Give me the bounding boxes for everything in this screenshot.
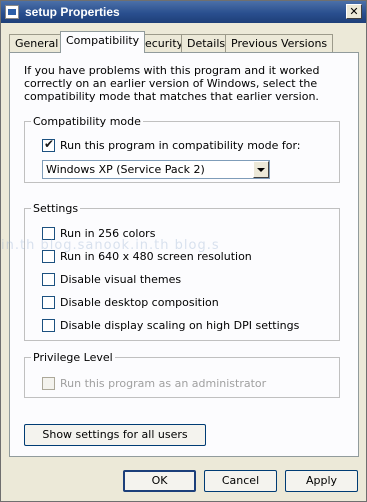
intro-text: If you have problems with this program a… (24, 64, 320, 103)
properties-dialog: setup Properties ✕ General Compatibility… (0, 0, 367, 502)
os-version-selected: Windows XP (Service Pack 2) (46, 163, 205, 176)
ok-button[interactable]: OK (123, 470, 196, 492)
chevron-down-icon[interactable] (253, 161, 269, 178)
setting-dpi-scaling-checkbox[interactable] (42, 319, 55, 332)
cancel-button[interactable]: Cancel (204, 470, 277, 492)
setting-visual-themes-label: Disable visual themes (60, 273, 182, 286)
os-version-dropdown[interactable]: Windows XP (Service Pack 2) (42, 160, 270, 179)
tab-general[interactable]: General (9, 34, 65, 52)
title-bar[interactable]: setup Properties ✕ (1, 1, 366, 23)
setting-visual-themes-checkbox[interactable] (42, 273, 55, 286)
compatibility-panel: If you have problems with this program a… (9, 52, 359, 457)
settings-group: Settings Run in 256 colors Run in 640 x … (24, 202, 340, 341)
compatibility-mode-legend: Compatibility mode (31, 115, 143, 128)
window-title: setup Properties (25, 5, 120, 19)
setting-desktop-composition-label: Disable desktop composition (60, 296, 219, 309)
privilege-level-legend: Privilege Level (31, 351, 115, 364)
compatibility-mode-group: Compatibility mode Run this program in c… (24, 115, 340, 183)
compat-mode-label: Run this program in compatibility mode f… (60, 139, 301, 152)
watermark: in.th blog.sanook.in.th blog.s (1, 238, 220, 253)
show-settings-all-users-button[interactable]: Show settings for all users (24, 424, 206, 446)
close-button[interactable]: ✕ (346, 4, 362, 19)
tab-details[interactable]: Details (181, 34, 232, 52)
apply-button[interactable]: Apply (285, 470, 358, 492)
setting-dpi-scaling-label: Disable display scaling on high DPI sett… (60, 319, 300, 332)
run-as-admin-row: Run this program as an administrator (42, 376, 332, 392)
application-icon (5, 5, 19, 19)
tab-previous-versions[interactable]: Previous Versions (225, 34, 334, 52)
setting-visual-themes-row[interactable]: Disable visual themes (42, 272, 332, 288)
tab-strip: General Compatibility Security Details P… (9, 31, 361, 53)
run-as-admin-label: Run this program as an administrator (60, 377, 267, 390)
compat-mode-checkbox[interactable] (42, 137, 55, 152)
setting-desktop-composition-row[interactable]: Disable desktop composition (42, 295, 332, 311)
compat-mode-checkbox-row[interactable]: Run this program in compatibility mode f… (42, 137, 332, 154)
tab-compatibility[interactable]: Compatibility (60, 31, 146, 53)
run-as-admin-checkbox (42, 377, 55, 390)
setting-dpi-scaling-row[interactable]: Disable display scaling on high DPI sett… (42, 318, 332, 334)
setting-desktop-composition-checkbox[interactable] (42, 296, 55, 309)
privilege-level-group: Privilege Level Run this program as an a… (24, 351, 340, 398)
settings-legend: Settings (31, 202, 81, 215)
